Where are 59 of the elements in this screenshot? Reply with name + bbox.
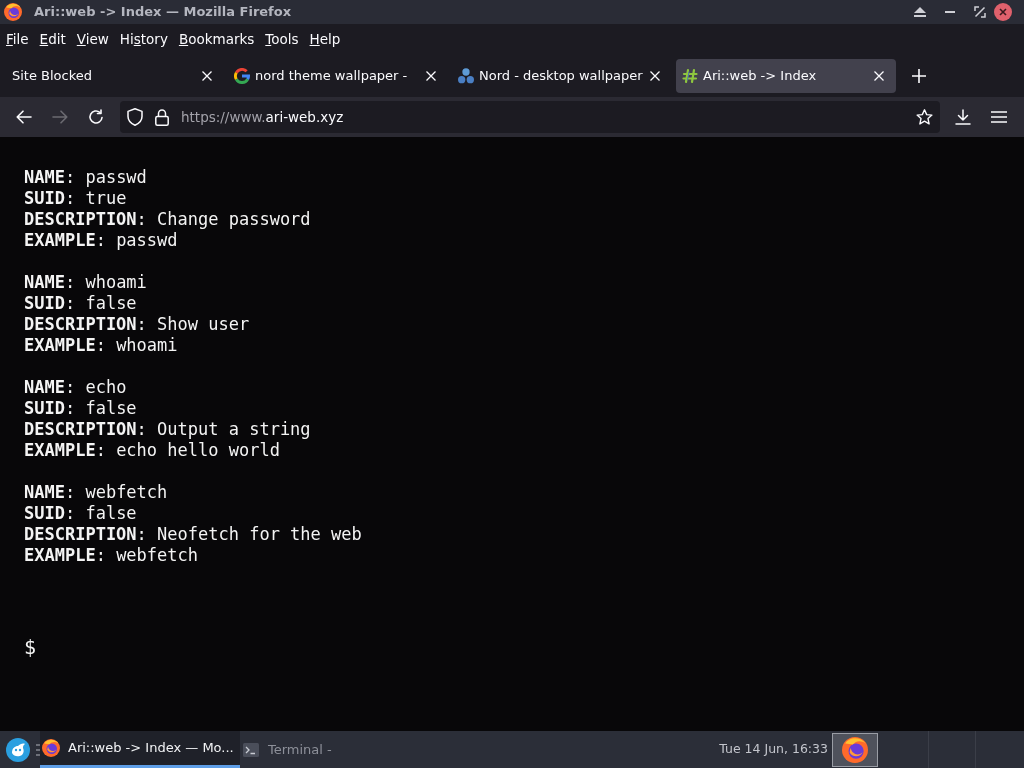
menu-icon[interactable] — [991, 111, 1007, 123]
output-line: DESCRIPTION: Output a string — [24, 419, 311, 440]
grip-icon[interactable] — [36, 743, 40, 756]
pinned-app-button[interactable] — [832, 732, 878, 767]
output-line: EXAMPLE: passwd — [24, 230, 178, 251]
hash-icon — [682, 68, 698, 84]
tab[interactable]: Site Blocked — [4, 59, 224, 93]
address-field[interactable]: https://www.ari-web.xyz — [120, 101, 940, 133]
back-arrow-icon[interactable] — [16, 110, 32, 124]
menu-item[interactable]: Edit — [39, 32, 66, 47]
tab[interactable]: Nord - desktop wallpaper — [452, 59, 672, 93]
download-icon[interactable] — [955, 109, 971, 125]
output-line: EXAMPLE: whoami — [24, 335, 178, 356]
menu-item[interactable]: Help — [309, 32, 341, 47]
menu-item[interactable]: Bookmarks — [178, 32, 255, 47]
tab[interactable]: nord theme wallpaper - — [228, 59, 448, 93]
clock-text: Tue 14 Jun, 16:33 — [719, 740, 828, 759]
task-button[interactable]: Terminal - — [240, 731, 440, 768]
task-button[interactable]: Ari::web -> Index — Mo... — [40, 731, 240, 768]
output-line: SUID: false — [24, 293, 137, 314]
menu-item[interactable]: File — [6, 32, 29, 47]
tab-close-icon[interactable] — [202, 71, 212, 81]
output-line: NAME: webfetch — [24, 482, 168, 503]
menu-item[interactable]: Tools — [265, 32, 299, 47]
output-line: NAME: passwd — [24, 167, 147, 188]
output-line: DESCRIPTION: Change password — [24, 209, 311, 230]
output-line: NAME: whoami — [24, 272, 147, 293]
reload-icon[interactable] — [88, 109, 104, 125]
browser-logo-icon — [42, 739, 60, 757]
output-line: DESCRIPTION: Show user — [24, 314, 250, 335]
browser-logo-icon — [4, 3, 22, 21]
close-icon[interactable] — [994, 3, 1012, 21]
eject-icon[interactable] — [914, 7, 926, 17]
output-line: EXAMPLE: echo hello world — [24, 440, 280, 461]
url-text: https://www.ari-web.xyz — [181, 107, 344, 127]
output-line: NAME: echo — [24, 377, 127, 398]
plus-icon[interactable] — [912, 69, 926, 83]
output-line: SUID: true — [24, 188, 127, 209]
output-line: EXAMPLE: webfetch — [24, 545, 198, 566]
terminal-icon — [243, 742, 259, 757]
tab-close-icon[interactable] — [426, 71, 436, 81]
tab-close-icon[interactable] — [874, 71, 884, 81]
letter-g-icon — [234, 68, 250, 84]
prompt-text: $ — [24, 635, 37, 659]
three-circles-icon — [458, 68, 474, 84]
menu-item[interactable]: History — [119, 32, 168, 47]
tab-close-icon[interactable] — [650, 71, 660, 81]
star-icon[interactable] — [916, 109, 933, 125]
output-line: SUID: false — [24, 398, 137, 419]
lock-icon[interactable] — [155, 108, 169, 126]
output-line: DESCRIPTION: Neofetch for the web — [24, 524, 362, 545]
output-line: SUID: false — [24, 503, 137, 524]
launcher-icon[interactable] — [6, 737, 30, 762]
tab[interactable]: Ari::web -> Index — [676, 59, 896, 93]
window-title: Ari::web -> Index — Mozilla Firefox — [34, 3, 292, 22]
maximize-icon[interactable] — [974, 6, 986, 18]
menu-item[interactable]: View — [76, 32, 109, 47]
shield-icon[interactable] — [127, 108, 143, 126]
browser-logo-icon — [842, 736, 868, 763]
